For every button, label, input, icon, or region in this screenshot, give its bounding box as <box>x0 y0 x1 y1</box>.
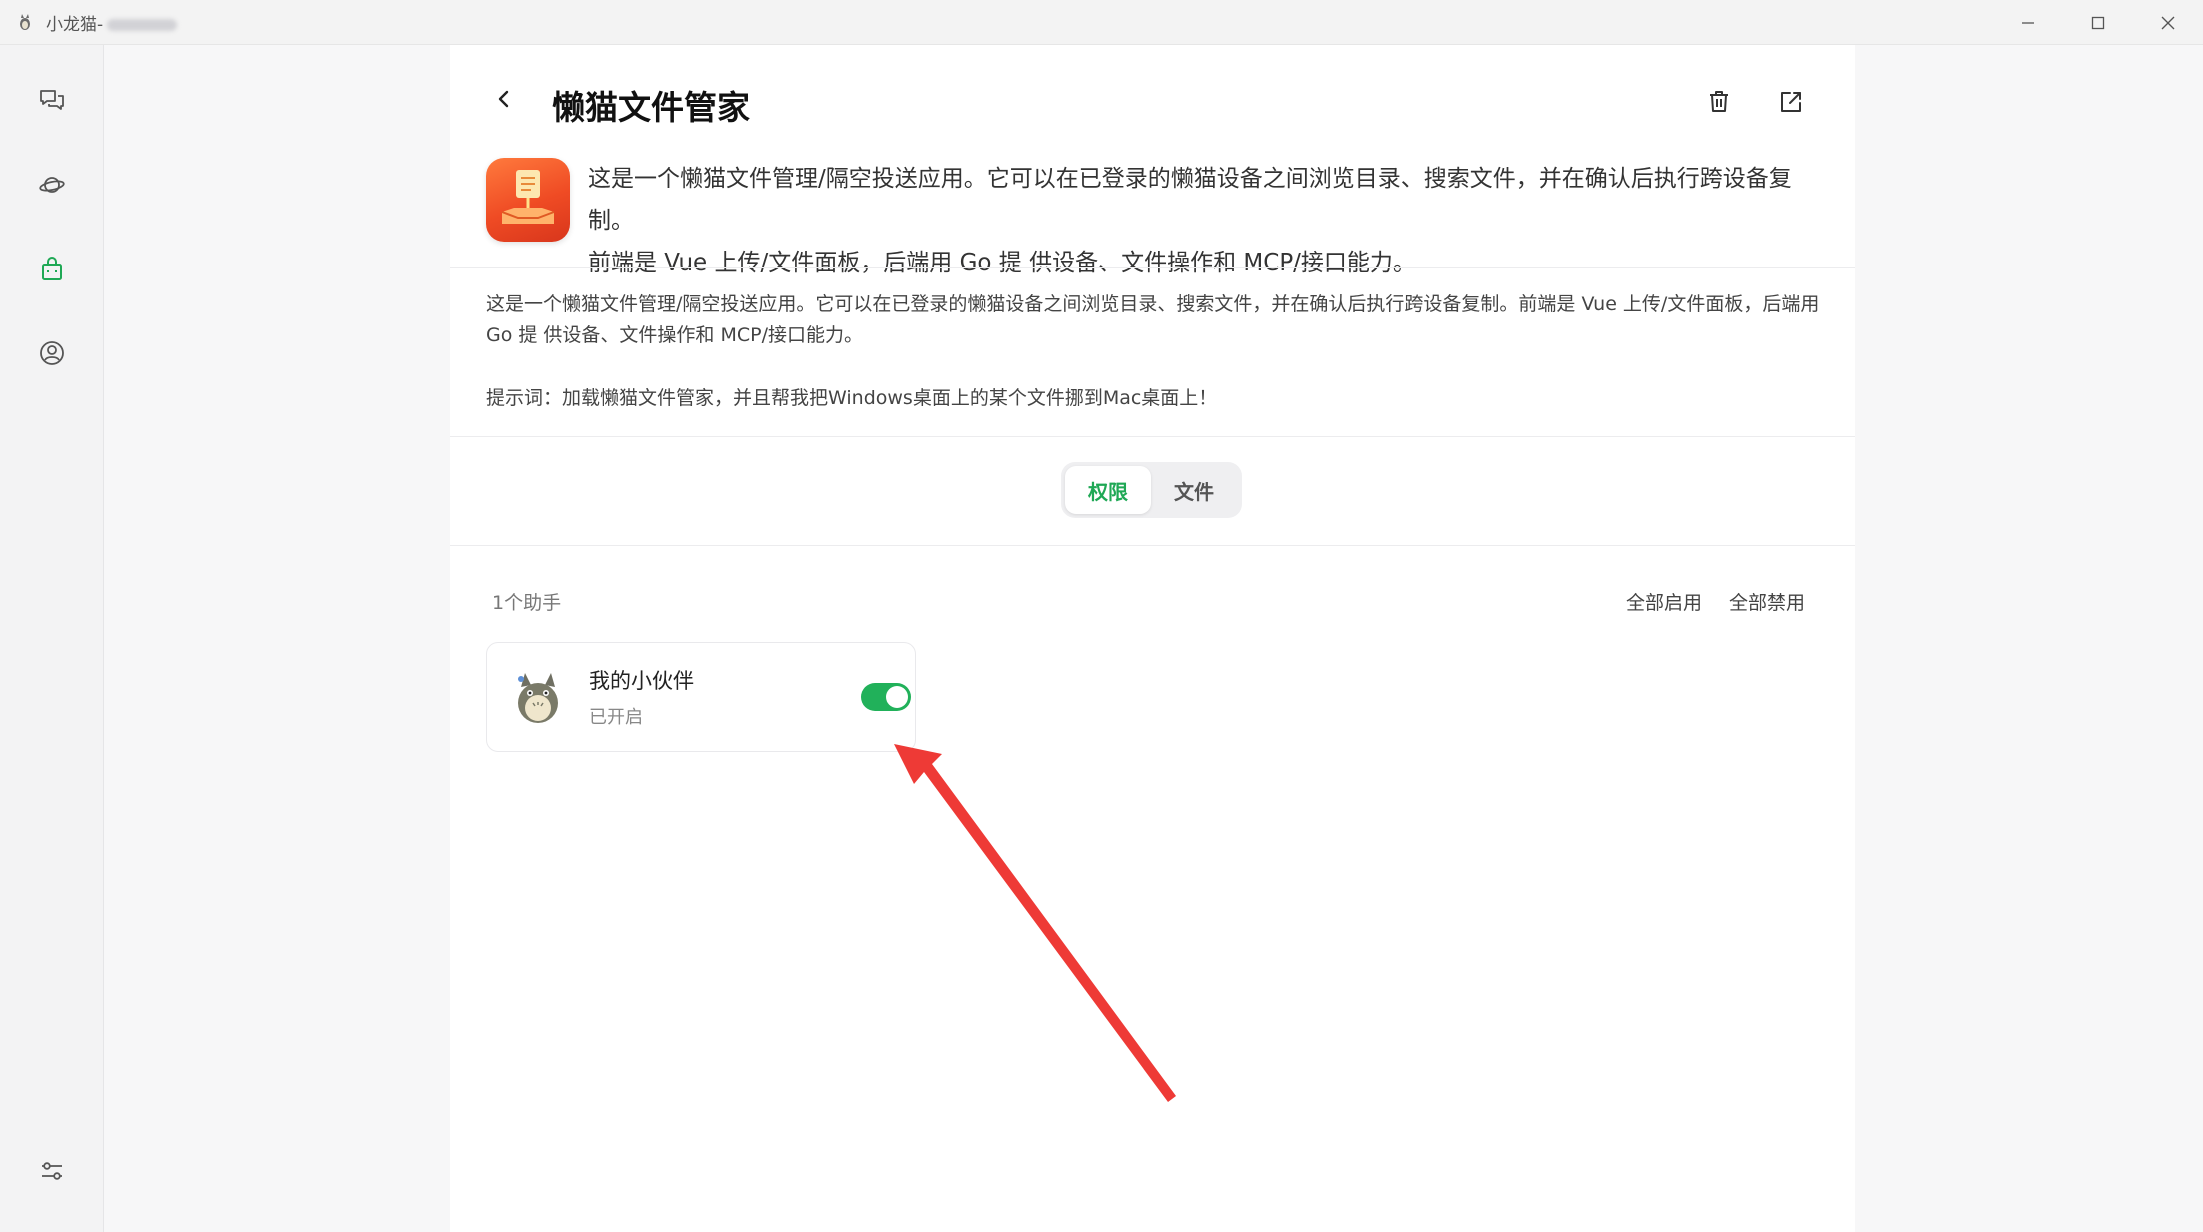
page-header: 懒猫文件管家 <box>450 45 1855 165</box>
toggle-knob <box>886 686 908 708</box>
page-title: 懒猫文件管家 <box>552 88 750 127</box>
enable-all-button[interactable]: 全部启用 <box>1626 588 1702 615</box>
maximize-button[interactable] <box>2063 0 2133 45</box>
assistant-toggle[interactable] <box>861 683 911 711</box>
avatar <box>507 665 569 727</box>
sidebar-item-settings[interactable] <box>32 1153 72 1193</box>
sidebar-item-explore[interactable] <box>32 167 72 207</box>
redacted-text <box>107 18 178 31</box>
app-summary: 这是一个懒猫文件管理/隔空投送应用。它可以在已登录的懒猫设备之间浏览目录、搜索文… <box>588 158 1828 284</box>
minimize-button[interactable] <box>1993 0 2063 45</box>
sidebar-item-store[interactable] <box>32 251 72 291</box>
disable-all-button[interactable]: 全部禁用 <box>1729 588 1805 615</box>
tab-permissions[interactable]: 权限 <box>1065 466 1151 514</box>
app-summary-line-2: 前端是 Vue 上传/文件面板，后端用 Go 提 供设备、文件操作和 MCP/接… <box>588 250 1416 276</box>
sidebar-item-chat[interactable] <box>32 83 72 123</box>
chat-bubbles-icon <box>38 87 66 119</box>
delete-button[interactable] <box>1704 89 1734 119</box>
shopping-bag-icon <box>38 255 66 287</box>
app-icon <box>486 158 570 242</box>
user-circle-icon <box>38 339 66 371</box>
divider <box>450 436 1855 437</box>
app-summary-line-1: 这是一个懒猫文件管理/隔空投送应用。它可以在已登录的懒猫设备之间浏览目录、搜索文… <box>588 166 1792 234</box>
app-logo-icon <box>16 13 34 31</box>
planet-icon <box>38 171 66 203</box>
sidebar <box>0 45 104 1232</box>
app-description: 这是一个懒猫文件管理/隔空投送应用。它可以在已登录的懒猫设备之间浏览目录、搜索文… <box>486 293 1820 346</box>
sidebar-item-profile[interactable] <box>32 335 72 375</box>
tab-switcher: 权限 文件 <box>1061 462 1242 518</box>
window-controls <box>1993 0 2203 45</box>
assistant-status: 已开启 <box>589 707 643 728</box>
prompt-hint: 提示词：加载懒猫文件管家，并且帮我把Windows桌面上的某个文件挪到Mac桌面… <box>486 387 1218 409</box>
open-external-button[interactable] <box>1776 89 1806 119</box>
app-intro: 这是一个懒猫文件管理/隔空投送应用。它可以在已登录的懒猫设备之间浏览目录、搜索文… <box>486 158 1826 276</box>
assistant-card: 我的小伙伴 已开启 <box>486 642 916 752</box>
external-link-icon <box>1778 89 1804 119</box>
title-bar: 小龙猫- <box>0 0 2203 45</box>
tab-files[interactable]: 文件 <box>1151 466 1237 514</box>
sliders-icon <box>38 1157 66 1189</box>
window-title: 小龙猫- <box>46 10 178 35</box>
assistant-count: 1个助手 <box>492 592 562 614</box>
divider <box>450 267 1855 268</box>
close-button[interactable] <box>2133 0 2203 45</box>
assistant-name: 我的小伙伴 <box>589 669 694 693</box>
trash-icon <box>1706 89 1732 119</box>
back-button[interactable] <box>490 87 518 115</box>
annotation-arrow-icon <box>894 744 1176 1102</box>
divider <box>450 545 1855 546</box>
chevron-left-icon <box>494 89 514 113</box>
